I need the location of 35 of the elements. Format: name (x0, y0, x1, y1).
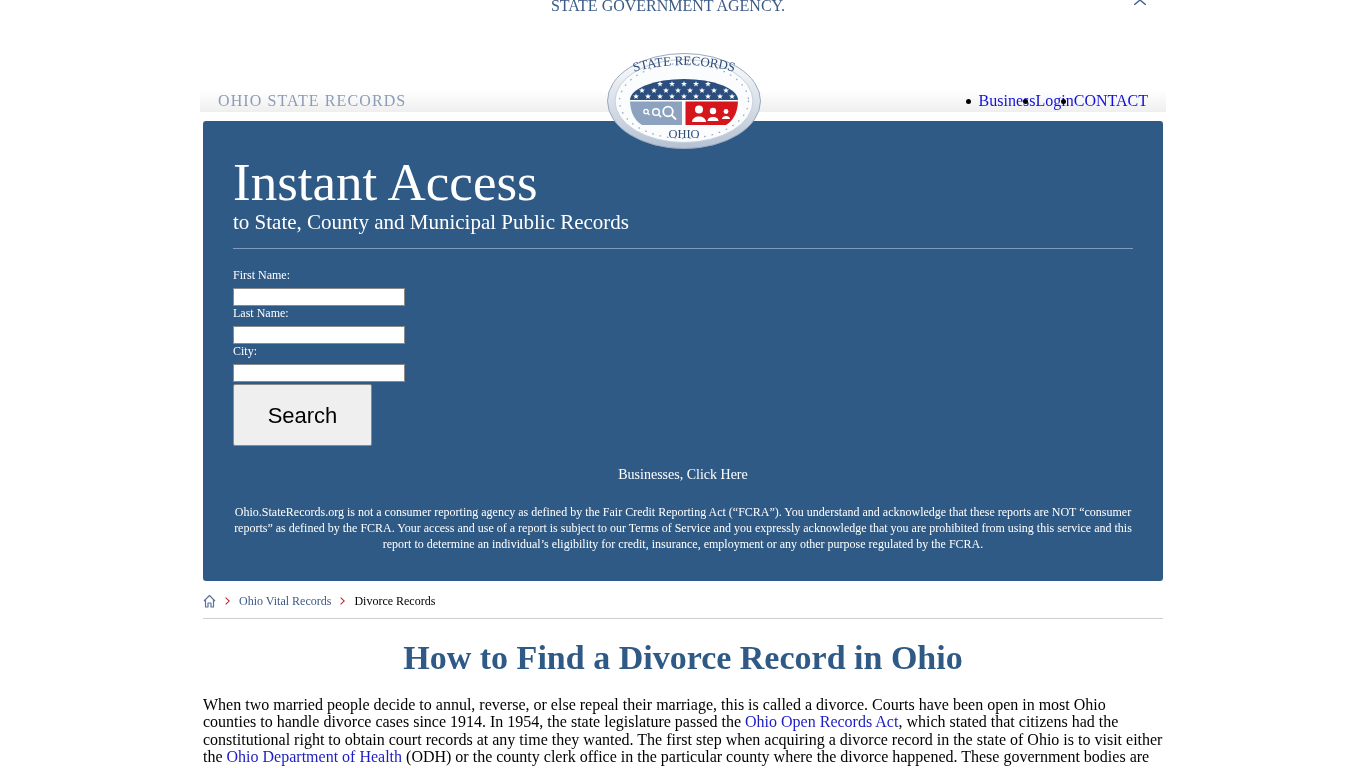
article-heading: How to Find a Divorce Record in Ohio (402, 639, 964, 676)
bullet-icon (1022, 99, 1028, 104)
home-icon[interactable] (203, 594, 216, 608)
banner-text: STATE GOVERNMENT AGENCY. (550, 0, 786, 16)
inline-link[interactable]: Ohio Department of Health (226, 748, 403, 766)
logo-state-text: OHIO (668, 127, 700, 141)
input-field[interactable] (233, 326, 405, 344)
seal-logo[interactable]: STATE RECORDS OHIO (606, 52, 762, 150)
nav-link[interactable]: CONTACT (1073, 92, 1148, 109)
article-paragraph: When two married people decide to annul, reverse, or else repeal their marriage, this is called a divorce. Courts have been open in most Ohio counties to handle divorce cases since 1914. In 1954, the state legislature passed the Ohio Open Records Act, which stated that citizens had the constitutional right to obtain court records at any time they wanted. The first step when acquiring a divorce record in the state of Ohio is to visit either the Ohio Department of Health (ODH) or the county clerk office in the particular county where the divorce happened. These government bodies are (203, 696, 1163, 766)
close-icon[interactable] (1134, 0, 1146, 5)
field-label: First Name: (233, 268, 290, 283)
logo-arc-text: STATE RECORDS (631, 52, 737, 75)
search-button[interactable]: Search (233, 384, 372, 446)
panel-subtitle: to State, County and Municipal Public Records (233, 210, 631, 234)
breadcrumb-current: Divorce Records (354, 593, 436, 609)
bullet-icon (965, 99, 971, 104)
person-icon (722, 109, 730, 119)
person-icon (692, 105, 706, 122)
chevron-right-icon (340, 597, 346, 605)
nav-link[interactable]: Business (978, 92, 1036, 109)
chevron-right-icon (225, 597, 230, 605)
bullet-icon (1060, 99, 1066, 104)
breadcrumb-link[interactable]: Ohio Vital Records (239, 593, 332, 609)
input-field[interactable] (233, 364, 405, 382)
inline-link[interactable]: Ohio Open Records Act (745, 713, 899, 731)
business-link[interactable]: Businesses, Click Here (618, 467, 748, 482)
field-label: City: (233, 344, 257, 359)
panel-title: Instant Access (233, 157, 539, 207)
nav-link[interactable]: Login (1035, 92, 1074, 109)
site-name: OHIO STATE RECORDS (218, 92, 407, 110)
field-label: Last Name: (233, 306, 289, 321)
disclaimer-text: Ohio.StateRecords.org is not a consumer reporting agency as defined by the Fair Credit Reporting Act (“FCRA”). You understand and acknowledge that these reports are NOT “consumer reports” as defined by the FCRA. Your access and use of a report is subject to our Terms of Service and you expressly acknowledge that you are prohibited from using this service and this report to determine an individual’s eligibility for credit, insurance, employment or any other purpose regulated by the FCRA. (233, 504, 1133, 552)
input-field[interactable] (233, 288, 405, 306)
person-icon (707, 107, 719, 121)
